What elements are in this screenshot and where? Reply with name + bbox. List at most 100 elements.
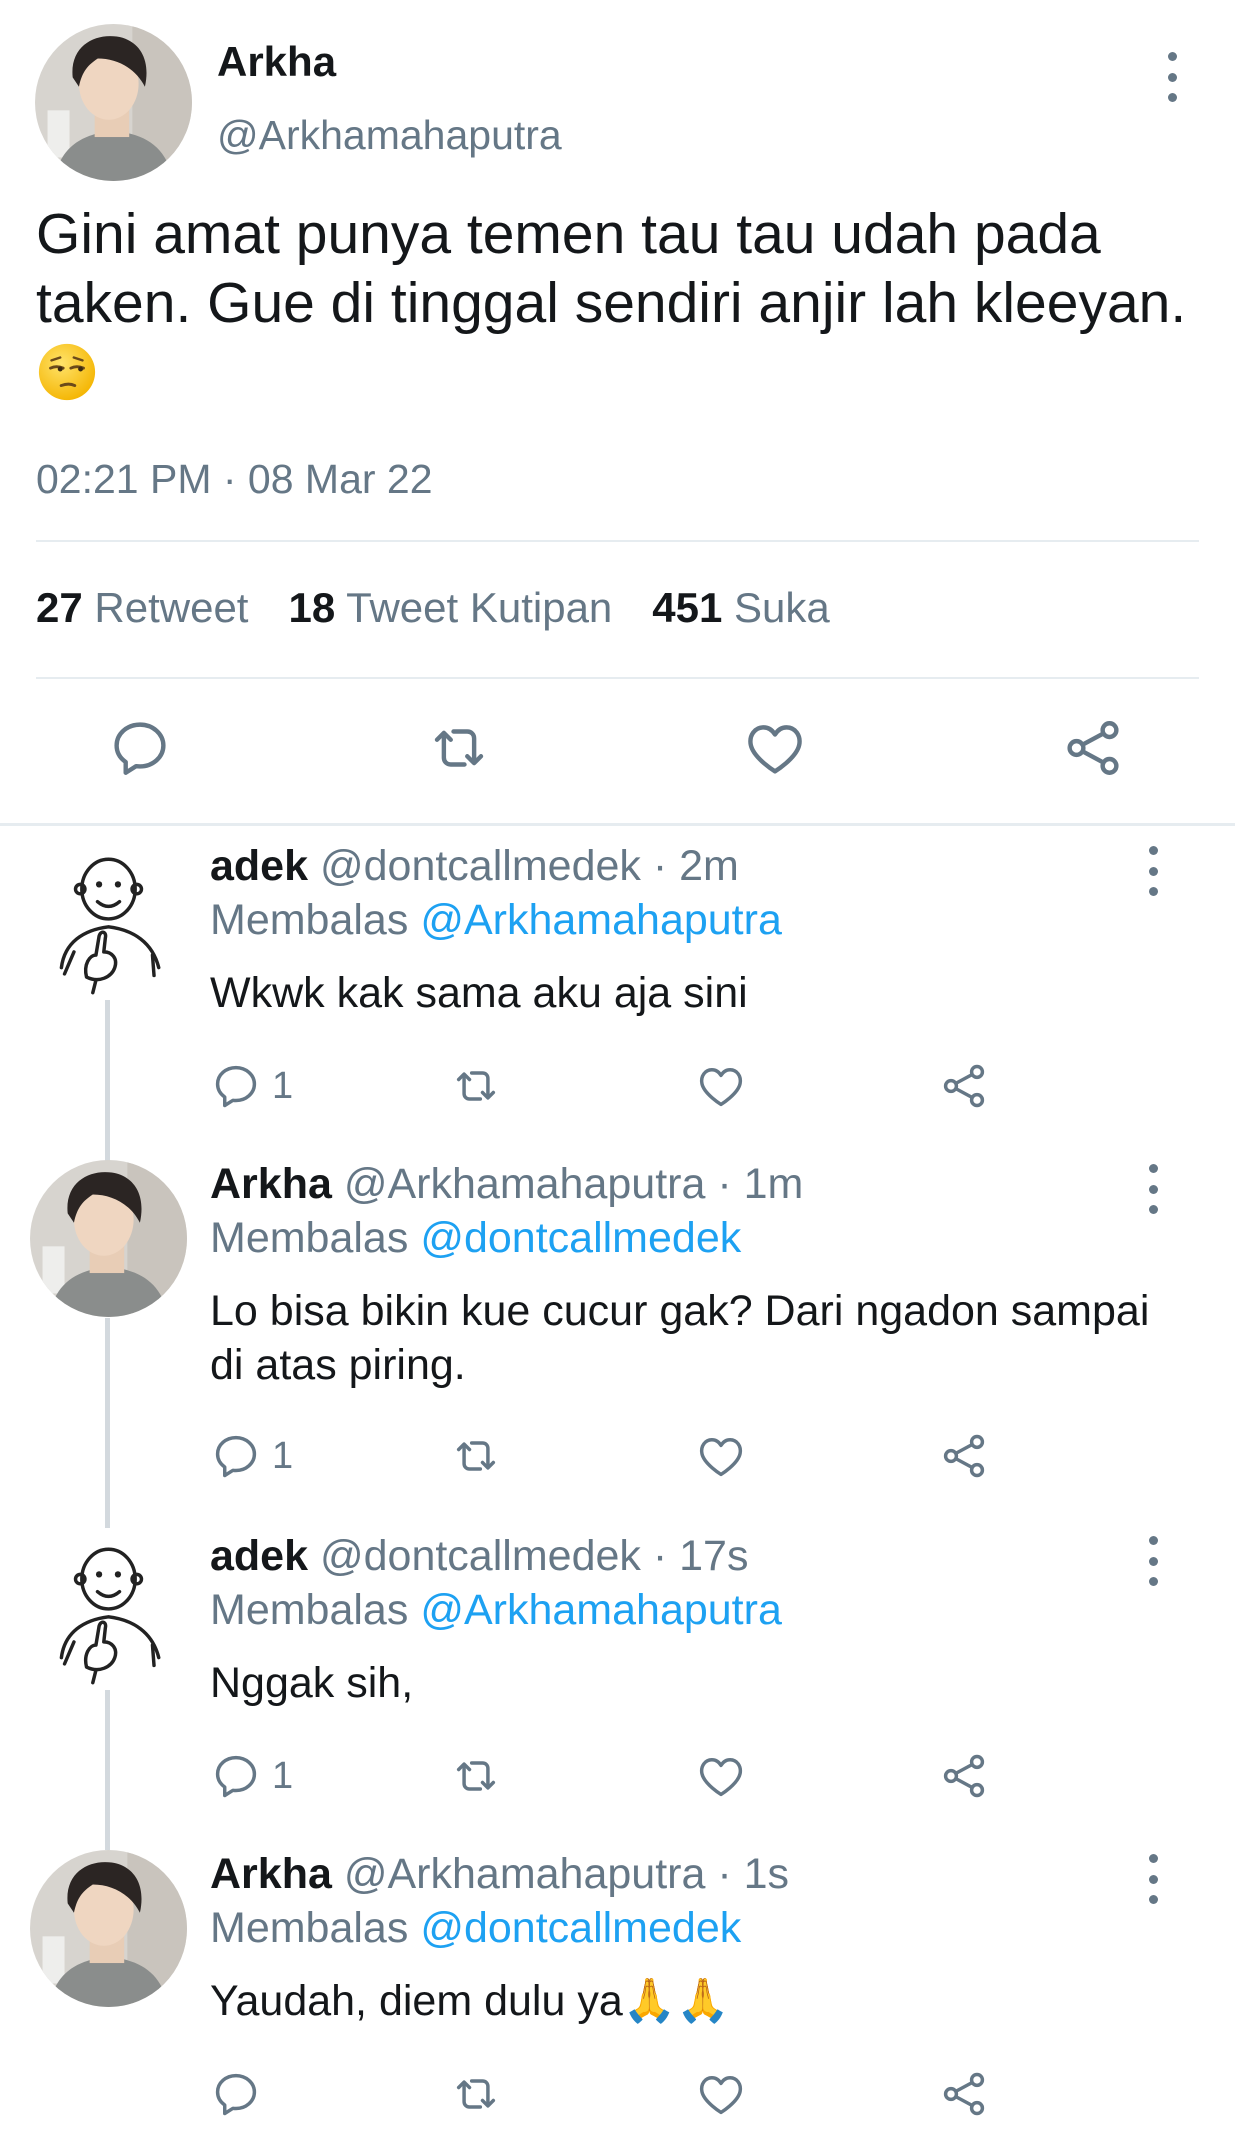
reply-count: 1 <box>272 1064 294 1107</box>
quote-stat[interactable]: 18 Tweet Kutipan <box>288 584 612 632</box>
replying-label: Membalas <box>210 896 409 944</box>
mention-link[interactable]: @Arkhamahaputra <box>420 896 782 944</box>
share-icon[interactable] <box>1060 715 1126 781</box>
retweet-button[interactable] <box>450 1428 502 1484</box>
tweet-text-body: Gini amat punya temen tau tau udah pada … <box>36 202 1187 335</box>
replying-to: Membalas @Arkhamahaputra <box>210 1586 782 1635</box>
reply-header: adek @dontcallmedek · 2m <box>210 842 739 891</box>
reply-icon <box>210 1430 262 1482</box>
like-icon <box>695 1430 747 1482</box>
thread-line <box>105 1690 110 1850</box>
retweet-icon[interactable] <box>426 715 492 781</box>
share-icon <box>938 1750 990 1802</box>
mention-link[interactable]: @dontcallmedek <box>420 1904 741 1952</box>
reply-avatar[interactable] <box>30 1532 187 1689</box>
like-button[interactable] <box>695 2066 747 2122</box>
more-options-icon[interactable] <box>1152 52 1192 102</box>
like-icon <box>695 1750 747 1802</box>
retweet-button[interactable] <box>450 1058 502 1114</box>
reply-header: Arkha @Arkhamahaputra · 1m <box>210 1160 803 1209</box>
reply-time: · 1s <box>717 1850 790 1898</box>
reply-time: · 1m <box>717 1160 804 1208</box>
reply-button[interactable]: 1 <box>210 1748 293 1804</box>
retweet-icon <box>450 1060 502 1112</box>
reply-avatar[interactable] <box>30 842 187 999</box>
reply-count: 1 <box>272 1754 294 1797</box>
like-count: 451 <box>652 584 723 631</box>
reply-author-handle[interactable]: @dontcallmedek <box>320 1532 641 1580</box>
like-button[interactable] <box>695 1428 747 1484</box>
tweet-stats: 27 Retweet 18 Tweet Kutipan 451 Suka <box>36 584 870 632</box>
share-icon <box>938 1060 990 1112</box>
share-button[interactable] <box>938 1058 990 1114</box>
unamused-face-emoji <box>38 343 96 401</box>
reply-avatar[interactable] <box>30 1160 187 1317</box>
like-stat[interactable]: 451 Suka <box>652 584 829 632</box>
reply-avatar[interactable] <box>30 1850 187 2007</box>
reply-time: · 2m <box>652 842 739 890</box>
reply-text: Yaudah, diem dulu ya🙏🙏 <box>210 1977 730 2025</box>
share-button[interactable] <box>938 2066 990 2122</box>
reply-header: adek @dontcallmedek · 17s <box>210 1532 748 1581</box>
author-avatar[interactable] <box>35 24 192 181</box>
tweet-text: Gini amat punya temen tau tau udah pada … <box>36 200 1196 407</box>
replying-to: Membalas @dontcallmedek <box>210 1904 741 1953</box>
retweet-stat[interactable]: 27 Retweet <box>36 584 248 632</box>
reply-time: · 17s <box>652 1532 749 1580</box>
thread-line <box>105 1000 110 1163</box>
like-button[interactable] <box>695 1748 747 1804</box>
replying-label: Membalas <box>210 1586 409 1634</box>
reply-text: Nggak sih, <box>210 1659 414 1707</box>
reply-button[interactable]: 1 <box>210 1428 293 1484</box>
section-separator <box>0 823 1235 826</box>
reply-header: Arkha @Arkhamahaputra · 1s <box>210 1850 789 1899</box>
replying-to: Membalas @dontcallmedek <box>210 1214 741 1263</box>
retweet-icon <box>450 2068 502 2120</box>
reply-author-handle[interactable]: @Arkhamahaputra <box>344 1160 706 1208</box>
reply-author-name[interactable]: adek <box>210 1532 308 1580</box>
more-options-icon[interactable] <box>1133 1536 1173 1586</box>
retweet-icon <box>450 1750 502 1802</box>
like-icon <box>695 1060 747 1112</box>
retweet-count: 27 <box>36 584 83 631</box>
retweet-button[interactable] <box>450 2066 502 2122</box>
like-label: Suka <box>734 584 830 631</box>
reply-icon[interactable] <box>107 715 173 781</box>
reply-icon <box>210 1750 262 1802</box>
replying-to: Membalas @Arkhamahaputra <box>210 896 782 945</box>
reply-button[interactable]: 1 <box>210 1058 293 1114</box>
reply-author-name[interactable]: Arkha <box>210 1160 332 1208</box>
more-options-icon[interactable] <box>1133 1164 1173 1214</box>
replying-label: Membalas <box>210 1904 409 1952</box>
share-icon <box>938 2068 990 2120</box>
author-name[interactable]: Arkha <box>217 38 336 86</box>
tweet-actions <box>0 715 1235 787</box>
reply-author-handle[interactable]: @Arkhamahaputra <box>344 1850 706 1898</box>
share-button[interactable] <box>938 1428 990 1484</box>
reply-author-name[interactable]: adek <box>210 842 308 890</box>
thread-line <box>105 1318 110 1528</box>
more-options-icon[interactable] <box>1133 1854 1173 1904</box>
share-icon <box>938 1430 990 1482</box>
retweet-button[interactable] <box>450 1748 502 1804</box>
replying-label: Membalas <box>210 1214 409 1262</box>
reply-text: Lo bisa bikin kue cucur gak? Dari ngadon… <box>210 1287 1150 1389</box>
like-icon[interactable] <box>742 715 808 781</box>
author-handle[interactable]: @Arkhamahaputra <box>217 112 562 159</box>
share-button[interactable] <box>938 1748 990 1804</box>
retweet-label: Retweet <box>94 584 249 631</box>
tweet-timestamp[interactable]: 02:21 PM · 08 Mar 22 <box>36 456 433 503</box>
divider <box>36 677 1199 679</box>
like-button[interactable] <box>695 1058 747 1114</box>
quote-label: Tweet Kutipan <box>346 584 613 631</box>
reply-icon <box>210 2068 262 2120</box>
more-options-icon[interactable] <box>1133 846 1173 896</box>
mention-link[interactable]: @dontcallmedek <box>420 1214 741 1262</box>
reply-author-name[interactable]: Arkha <box>210 1850 332 1898</box>
like-icon <box>695 2068 747 2120</box>
quote-count: 18 <box>288 584 336 631</box>
retweet-icon <box>450 1430 502 1482</box>
reply-button[interactable] <box>210 2066 272 2122</box>
reply-author-handle[interactable]: @dontcallmedek <box>320 842 641 890</box>
mention-link[interactable]: @Arkhamahaputra <box>420 1586 782 1634</box>
